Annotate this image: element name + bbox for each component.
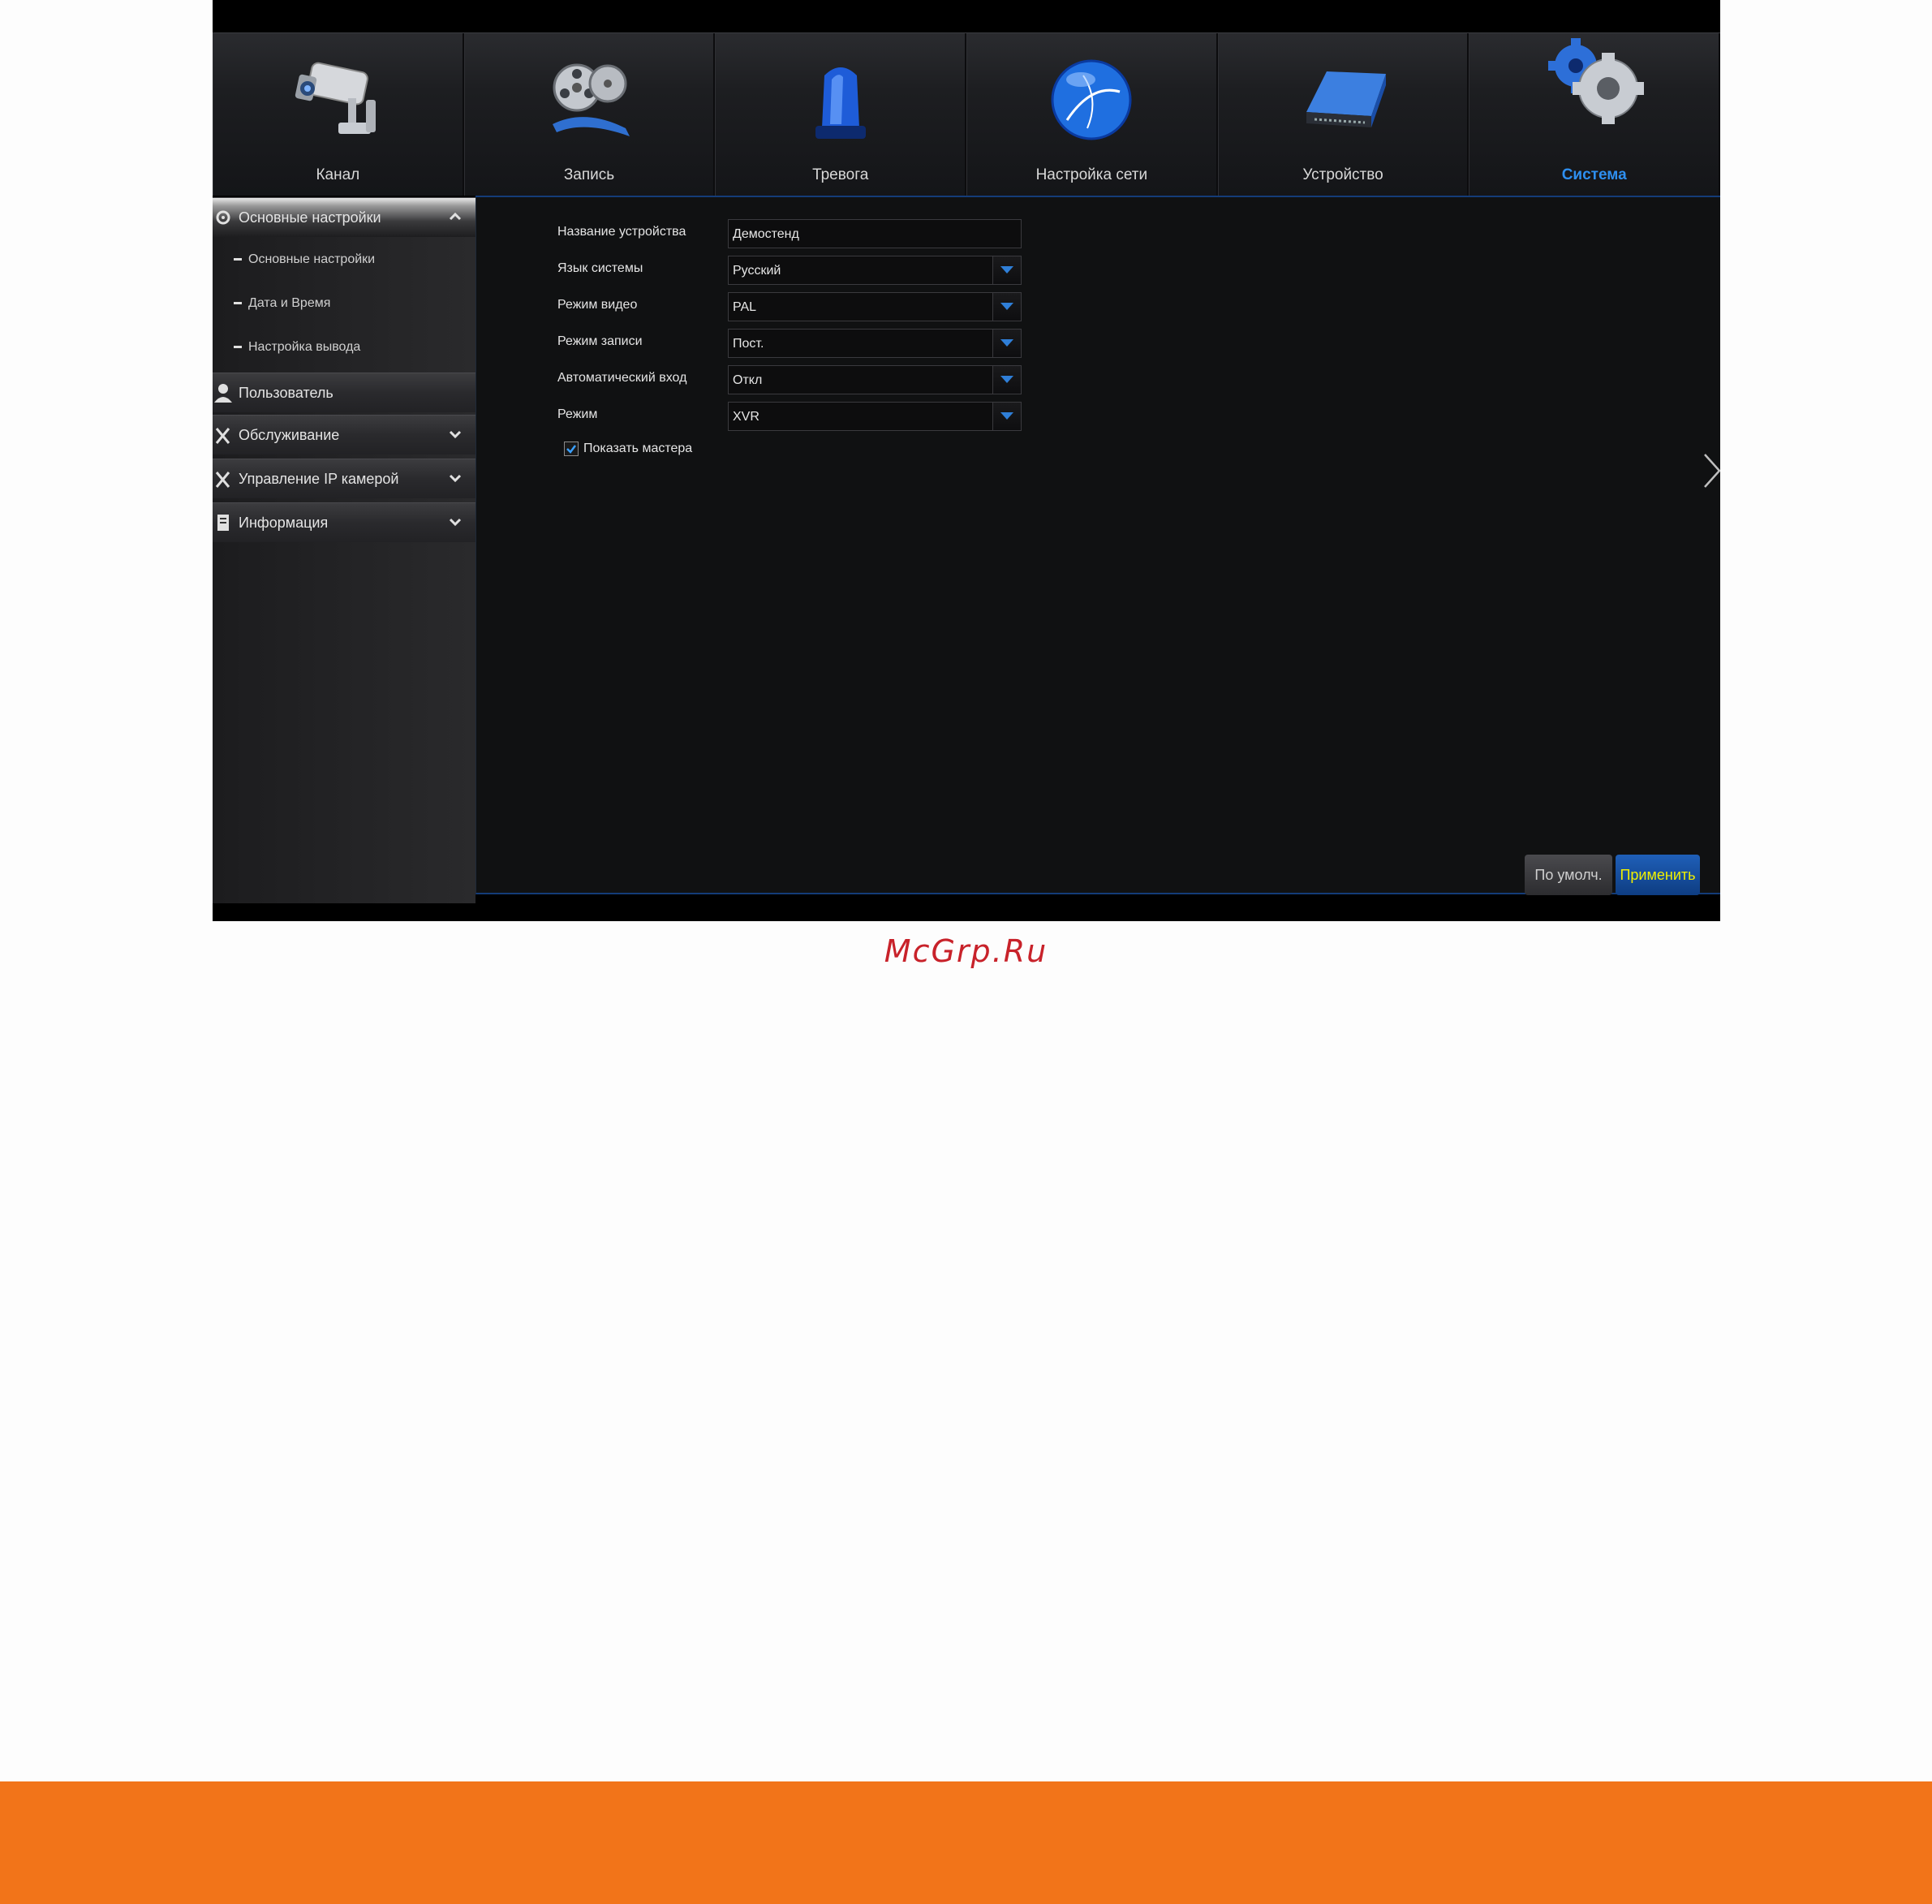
- nav-network-label: Настройка сети: [1035, 166, 1148, 183]
- sidebar-subitem-basic[interactable]: Основные настройки: [234, 252, 375, 267]
- tools-icon: [215, 428, 230, 444]
- show-wizard-label: Показать мастера: [583, 442, 693, 456]
- nav-channel-label: Канал: [316, 166, 360, 183]
- auto-login-select[interactable]: Откл: [728, 365, 1022, 394]
- device-name-input[interactable]: Демостенд: [728, 219, 1022, 248]
- nav-channel[interactable]: Канал: [213, 33, 464, 196]
- hard-drive-icon: [1306, 71, 1387, 127]
- sidebar-item-maintenance[interactable]: Обслуживание: [213, 415, 475, 454]
- nav-record-label: Запись: [563, 166, 615, 183]
- device-name-value: Демостенд: [733, 227, 799, 241]
- chevron-down-icon: [449, 430, 462, 439]
- footer-bar: [0, 1781, 1932, 1904]
- camera-icon: [295, 62, 377, 134]
- dropdown-arrow-icon[interactable]: [992, 366, 1021, 394]
- sidebar-subitem-label: Настройка вывода: [248, 340, 361, 354]
- sidebar-item-label: Пользователь: [239, 385, 333, 401]
- apply-button[interactable]: Применить: [1616, 855, 1700, 895]
- video-mode-select[interactable]: PAL: [728, 292, 1022, 321]
- nav-device[interactable]: Устройство: [1217, 33, 1469, 196]
- mode-label: Режим: [557, 407, 598, 421]
- record-mode-select[interactable]: Пост.: [728, 329, 1022, 358]
- mode-select[interactable]: XVR: [728, 402, 1022, 431]
- film-reel-icon: [553, 63, 630, 136]
- auto-login-value: Откл: [733, 373, 763, 387]
- mode-value: XVR: [733, 410, 759, 424]
- sidebar-item-label: Основные настройки: [239, 209, 381, 226]
- settings-panel: Название устройства Демостенд Язык систе…: [475, 197, 1720, 895]
- alarm-light-icon: [815, 67, 866, 139]
- sidebar-subitem-label: Основные настройки: [248, 252, 376, 266]
- auto-login-label: Автоматический вход: [557, 371, 687, 385]
- nav-network[interactable]: Настройка сети: [966, 33, 1218, 196]
- chevron-down-icon: [449, 518, 462, 527]
- language-label: Язык системы: [557, 261, 643, 275]
- nav-system[interactable]: Система: [1469, 33, 1720, 196]
- info-icon: [217, 515, 229, 531]
- sidebar-item-label: Информация: [239, 515, 329, 531]
- device-name-label: Название устройства: [557, 225, 686, 239]
- user-icon: [214, 384, 232, 403]
- sidebar: Основные настройки Основные настройки Да…: [213, 197, 475, 903]
- chevron-right-icon[interactable]: [1697, 450, 1720, 491]
- show-wizard-checkbox[interactable]: Показать мастера: [564, 442, 692, 456]
- dvr-screen: Канал Запись Тревога Настройка сети Устр…: [213, 0, 1720, 921]
- gear-icon: [216, 210, 230, 225]
- video-mode-label: Режим видео: [557, 298, 638, 312]
- sidebar-item-label: Обслуживание: [239, 427, 340, 443]
- language-value: Русский: [733, 264, 781, 278]
- top-navigation: Канал Запись Тревога Настройка сети Устр…: [213, 32, 1720, 196]
- globe-icon: [1051, 59, 1132, 140]
- nav-system-label: Система: [1561, 166, 1627, 183]
- language-select[interactable]: Русский: [728, 256, 1022, 285]
- chevron-down-icon: [449, 474, 462, 483]
- chevron-up-icon: [449, 212, 462, 221]
- sidebar-item-information[interactable]: Информация: [213, 502, 475, 542]
- dropdown-arrow-icon[interactable]: [992, 293, 1021, 321]
- sidebar-subitem-datetime[interactable]: Дата и Время: [234, 296, 330, 311]
- checkmark-icon: [566, 445, 576, 454]
- record-mode-value: Пост.: [733, 337, 764, 351]
- nav-device-label: Устройство: [1302, 166, 1383, 183]
- dropdown-arrow-icon[interactable]: [992, 403, 1021, 430]
- checkbox-box[interactable]: [564, 442, 579, 456]
- sidebar-subitem-label: Дата и Время: [248, 296, 331, 310]
- sidebar-item-user[interactable]: Пользователь: [213, 373, 475, 412]
- sidebar-item-label: Управление IP камерой: [239, 471, 399, 487]
- record-mode-label: Режим записи: [557, 334, 643, 348]
- dropdown-arrow-icon[interactable]: [992, 256, 1021, 284]
- video-mode-value: PAL: [733, 300, 757, 314]
- nav-record[interactable]: Запись: [463, 33, 716, 196]
- gears-icon: [1547, 38, 1644, 124]
- default-button[interactable]: По умолч.: [1525, 855, 1612, 895]
- dropdown-arrow-icon[interactable]: [992, 330, 1021, 357]
- tools-icon: [215, 472, 230, 488]
- sidebar-item-ip-camera[interactable]: Управление IP камерой: [213, 459, 475, 498]
- sidebar-item-basic-settings[interactable]: Основные настройки: [213, 197, 475, 237]
- sidebar-subitem-output[interactable]: Настройка вывода: [234, 340, 360, 355]
- nav-alarm[interactable]: Тревога: [715, 33, 967, 196]
- nav-alarm-label: Тревога: [812, 166, 869, 183]
- watermark: McGrp.Ru: [884, 933, 1048, 969]
